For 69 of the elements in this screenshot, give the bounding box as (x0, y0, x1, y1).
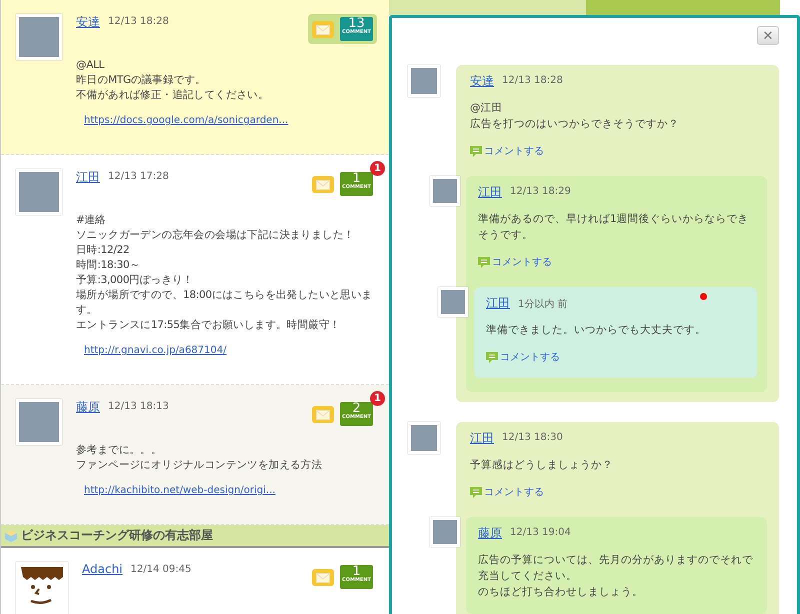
mail-button[interactable] (312, 569, 334, 586)
post-text: @ALL (76, 58, 106, 73)
post-text: ファンページにオリジナルコンテンツを加える方法 (76, 458, 324, 473)
comment-text: 準備できました。いつからでも大丈夫です。 (486, 323, 707, 338)
post-time: 12/13 18:13 (108, 400, 169, 412)
comment-time: 1分以内 前 (518, 298, 568, 311)
author-link[interactable]: Adachi (82, 562, 123, 576)
photo-placeholder (408, 422, 440, 454)
comment-text: のちほど打ち合わせしましょう。 (478, 585, 644, 600)
post-link[interactable]: http://r.gnavi.co.jp/a687104/ (84, 345, 377, 356)
photo-placeholder (430, 517, 460, 547)
post-time: 12/13 18:28 (108, 15, 169, 27)
envelope-icon (316, 572, 330, 582)
post-link[interactable]: https://docs.google.com/a/sonicgarden... (84, 115, 377, 126)
author-link[interactable]: 江田 (486, 295, 510, 312)
comment-text: @江田 (470, 101, 504, 116)
author-link[interactable]: 江田 (470, 430, 494, 447)
comment-reply-link[interactable]: コメントする (470, 485, 767, 499)
new-count-badge: 1 (370, 161, 385, 176)
speech-bubble-icon (486, 352, 498, 362)
post-time: 12/13 17:28 (108, 170, 169, 182)
photo-placeholder (408, 65, 440, 97)
comment-text: 準備があるので、早ければ1週間後ぐらいからならできそうです。 (478, 212, 750, 243)
post-text: 参考までに。。。 (76, 443, 163, 458)
envelope-icon (316, 180, 330, 190)
speech-bubble-icon (470, 146, 482, 156)
post-time: 12/14 09:45 (130, 563, 192, 575)
photo-placeholder (16, 399, 62, 445)
comment-text: 広告の予算については、先月の分がありますのでそれで充当してください。 (478, 553, 754, 584)
comment-time: 12/13 18:30 (502, 431, 563, 443)
post-text: ソニックガーデンの忘年会の会場は下記に決まりました！ (76, 228, 356, 243)
comment-time: 12/13 19:04 (510, 526, 571, 538)
post-link[interactable]: http://kachibito.net/web-design/origi... (84, 485, 377, 496)
post-text: 時間:18:30～ (76, 258, 142, 273)
post-text: 不備があれば修正・追記してください。 (76, 88, 270, 103)
comment-reply-link[interactable]: コメントする (486, 350, 747, 364)
post-text: 場所が場所ですので、18:00にはこちらを出発したいと思います。 (76, 288, 374, 318)
section-title: ビジネスコーチング研修の有志部屋 (21, 527, 213, 544)
cube-icon (5, 530, 17, 542)
post-text: 昨日のMTGの議事録です。 (76, 73, 207, 88)
post-text: エントランスに17:55集合でお願いします。時間厳守！ (76, 318, 342, 333)
author-link[interactable]: 江田 (76, 169, 100, 186)
mail-button[interactable] (312, 406, 334, 423)
envelope-icon (316, 24, 330, 34)
comment-reply-link[interactable]: コメントする (478, 255, 757, 269)
comment-time: 12/13 18:29 (510, 185, 571, 197)
comment-text: 予算感はどうしましょうか？ (470, 458, 614, 473)
close-button[interactable]: ✕ (757, 26, 779, 45)
speech-bubble-icon (478, 256, 490, 268)
author-link[interactable]: 江田 (478, 184, 502, 201)
envelope-icon (316, 410, 330, 420)
mail-button[interactable] (312, 176, 334, 193)
comment-reply-link[interactable]: コメントする (470, 144, 767, 158)
speech-bubble-icon (470, 486, 482, 498)
comment-time: 12/13 18:28 (502, 74, 563, 86)
author-link[interactable]: 安達 (470, 73, 494, 90)
author-link[interactable]: 藤原 (76, 399, 100, 416)
photo-placeholder (430, 176, 460, 206)
author-link[interactable]: 安達 (76, 14, 100, 31)
photo-placeholder (16, 169, 62, 215)
mail-button[interactable] (312, 21, 334, 38)
photo-placeholder (16, 14, 62, 60)
post-text: 日時:12/22 (76, 243, 130, 258)
author-link[interactable]: 藤原 (478, 525, 502, 542)
comment-text: 広告を打つのはいつからできそうですか？ (470, 117, 680, 132)
post-text: 予算:3,000円ぽっきり！ (76, 273, 194, 288)
new-count-badge: 1 (370, 391, 385, 406)
post-text: #連絡 (76, 213, 107, 228)
photo-placeholder (438, 287, 468, 317)
